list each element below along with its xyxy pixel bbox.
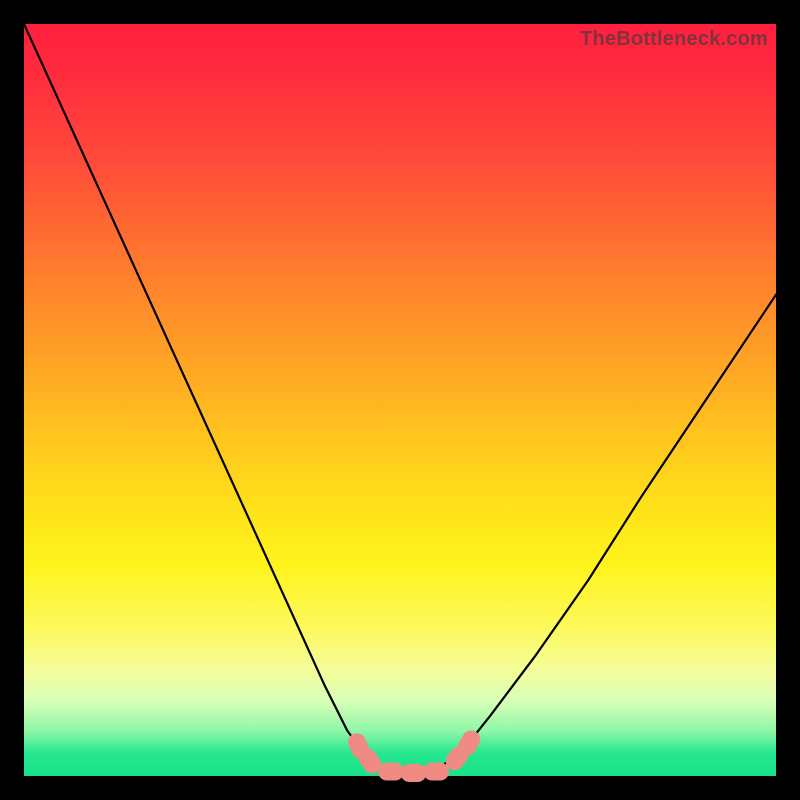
bottleneck-curve [24, 24, 776, 776]
optimal-marker [378, 763, 404, 781]
optimal-zone-markers [345, 727, 484, 782]
chart-overlay [24, 24, 776, 776]
optimal-marker [423, 763, 449, 781]
chart-frame: TheBottleneck.com [0, 0, 800, 800]
plot-area: TheBottleneck.com [24, 24, 776, 776]
optimal-marker [401, 764, 427, 782]
